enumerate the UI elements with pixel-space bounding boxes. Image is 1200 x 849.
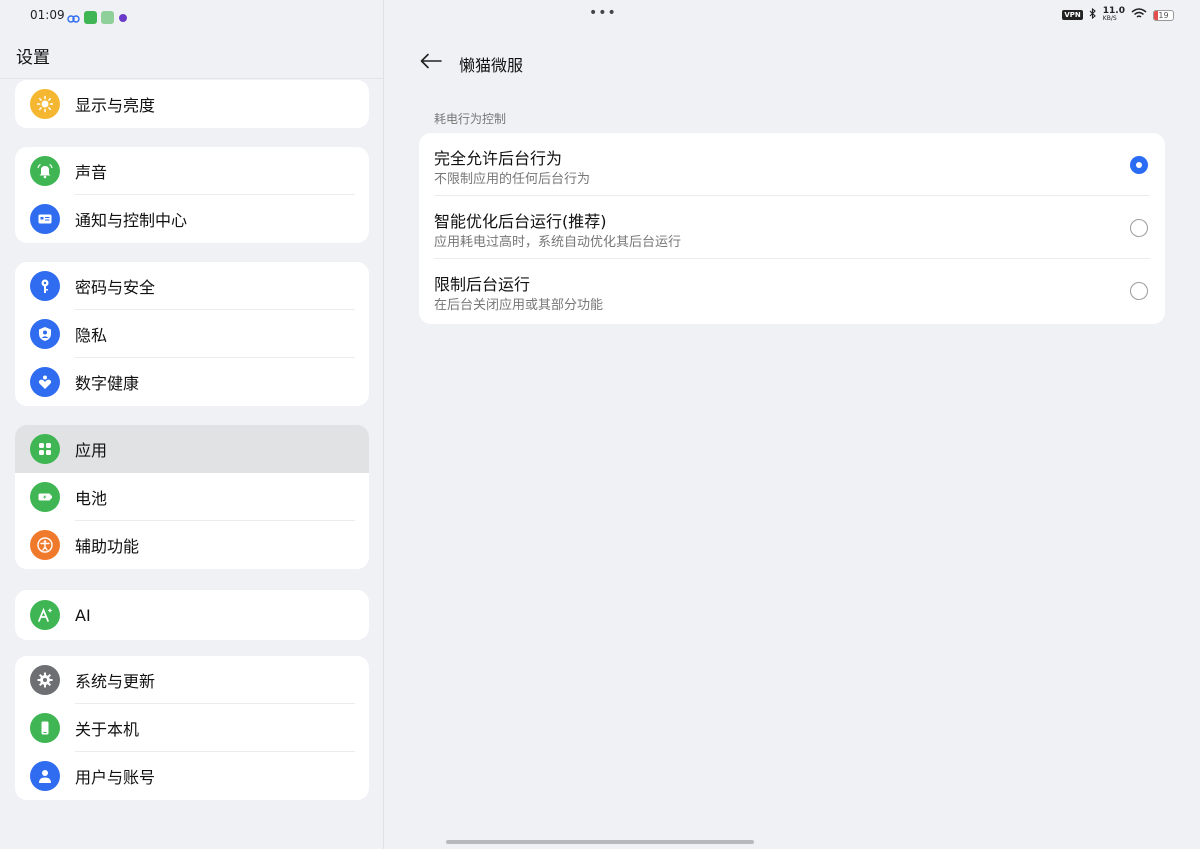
settings-group-security: 密码与安全 隐私 数字健康 <box>15 262 369 406</box>
key-icon <box>30 271 60 301</box>
sidebar-item-label: 辅助功能 <box>75 537 140 556</box>
user-icon <box>30 761 60 791</box>
settings-group-ai: AI <box>15 590 369 640</box>
back-arrow-icon <box>420 53 442 73</box>
phone-icon <box>30 713 60 743</box>
back-button[interactable] <box>418 50 444 76</box>
sidebar-item-ai[interactable]: AI <box>15 590 369 640</box>
radio-smart-optimize[interactable] <box>1130 219 1148 237</box>
sidebar-item-label: 系统与更新 <box>75 672 156 691</box>
power-control-options: 完全允许后台行为 不限制应用的任何后台行为 智能优化后台运行(推荐) 应用耗电过… <box>419 133 1165 324</box>
sidebar-item-digital-wellbeing[interactable]: 数字健康 <box>15 358 369 406</box>
digital-wellbeing-icon <box>30 367 60 397</box>
option-description: 不限制应用的任何后台行为 <box>434 172 591 187</box>
option-title: 限制后台运行 <box>434 275 531 294</box>
gear-icon <box>30 665 60 695</box>
sidebar-item-accessibility[interactable]: 辅助功能 <box>15 521 369 569</box>
vpn-badge: VPN <box>1062 10 1083 20</box>
option-title: 智能优化后台运行(推荐) <box>434 212 607 231</box>
brightness-icon <box>30 89 60 119</box>
sidebar-item-apps[interactable]: 应用 <box>15 425 369 473</box>
sidebar-item-system-update[interactable]: 系统与更新 <box>15 656 369 704</box>
sidebar-item-label: 声音 <box>75 163 108 182</box>
page-title: 懒猫微服 <box>459 56 524 75</box>
sidebar-item-label: 关于本机 <box>75 720 140 739</box>
sidebar-item-privacy[interactable]: 隐私 <box>15 310 369 358</box>
sidebar-item-display[interactable]: 显示与亮度 <box>15 80 369 128</box>
sidebar-item-users-accounts[interactable]: 用户与账号 <box>15 752 369 800</box>
sidebar-item-label: 数字健康 <box>75 374 140 393</box>
status-right: VPN 11.0 KB/S 19 <box>1062 7 1174 23</box>
option-smart-optimize[interactable]: 智能优化后台运行(推荐) 应用耗电过高时，系统自动优化其后台运行 <box>419 196 1165 259</box>
sidebar-item-label: 显示与亮度 <box>75 96 156 115</box>
wifi-icon <box>1131 8 1147 22</box>
settings-group-system: 系统与更新 关于本机 用户与账号 <box>15 656 369 800</box>
option-title: 完全允许后台行为 <box>434 149 563 168</box>
bell-icon <box>30 156 60 186</box>
multitask-dots-icon[interactable]: ••• <box>589 5 617 21</box>
notification-card-icon <box>30 204 60 234</box>
option-description: 在后台关闭应用或其部分功能 <box>434 298 604 313</box>
sidebar-item-label: 电池 <box>75 489 108 508</box>
option-description: 应用耗电过高时，系统自动优化其后台运行 <box>434 235 682 250</box>
sidebar-item-battery[interactable]: 电池 <box>15 473 369 521</box>
sidebar-item-notifications[interactable]: 通知与控制中心 <box>15 195 369 243</box>
battery-indicator: 19 <box>1153 9 1174 21</box>
sidebar-item-label: AI <box>75 605 91 625</box>
radio-restrict-background[interactable] <box>1130 282 1148 300</box>
sidebar-item-about-device[interactable]: 关于本机 <box>15 704 369 752</box>
settings-group-sound: 声音 通知与控制中心 <box>15 147 369 243</box>
ai-sparkle-icon <box>30 600 60 630</box>
sidebar-item-label: 密码与安全 <box>75 278 156 297</box>
battery-level: 19 <box>1158 10 1169 20</box>
sidebar-item-label: 隐私 <box>75 326 108 345</box>
apps-grid-icon <box>30 434 60 464</box>
sidebar-divider <box>0 78 383 79</box>
option-restrict-background[interactable]: 限制后台运行 在后台关闭应用或其部分功能 <box>419 259 1165 322</box>
sidebar-item-label: 应用 <box>75 441 108 460</box>
section-label: 耗电行为控制 <box>434 112 507 126</box>
bluetooth-icon <box>1089 7 1097 22</box>
sidebar-item-label: 通知与控制中心 <box>75 211 188 230</box>
sidebar-item-password-security[interactable]: 密码与安全 <box>15 262 369 310</box>
network-speed: 11.0 KB/S <box>1102 6 1125 23</box>
battery-icon <box>30 482 60 512</box>
settings-group-display: 显示与亮度 <box>15 80 369 128</box>
sidebar-item-sound[interactable]: 声音 <box>15 147 369 195</box>
sidebar-item-label: 用户与账号 <box>75 768 156 787</box>
settings-group-apps: 应用 电池 辅助功能 <box>15 425 369 569</box>
accessibility-icon <box>30 530 60 560</box>
home-indicator[interactable] <box>446 840 754 844</box>
sidebar-title: 设置 <box>16 48 50 68</box>
settings-sidebar: 设置 显示与亮度 声音 通知与控制中心 密码与安全 隐私 数字健康 应用 电池 … <box>0 0 384 849</box>
radio-allow-background[interactable] <box>1130 156 1148 174</box>
privacy-shield-icon <box>30 319 60 349</box>
option-allow-background[interactable]: 完全允许后台行为 不限制应用的任何后台行为 <box>419 133 1165 196</box>
